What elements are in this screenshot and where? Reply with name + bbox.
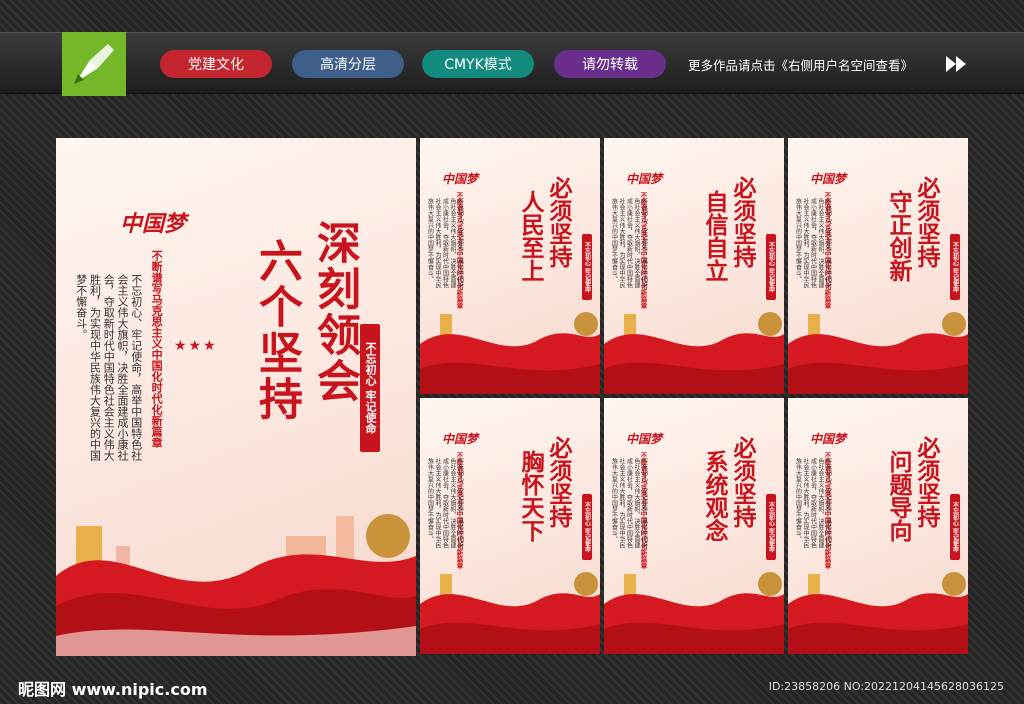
poster-global-vision: 中国梦 不断谱写马克思主义中国化时代化新篇章 不忘初心、牢记使命，高举中国特色社… xyxy=(420,398,600,654)
poster-seal: 不忘初心 牢记使命 xyxy=(950,234,960,300)
poster-body-text: 不忘初心、牢记使命，高举中国特色社会主义伟大旗帜，决胜全面建成小康社会，夺取新时… xyxy=(610,458,648,548)
poster-seal: 不忘初心 牢记使命 xyxy=(950,494,960,560)
china-dream-logo: 中国梦 xyxy=(120,211,187,237)
red-ribbon-wave xyxy=(420,572,600,654)
poster-theme: 人民至上 xyxy=(517,190,544,282)
china-dream-logo: 中国梦 xyxy=(626,432,663,446)
china-dream-logo: 中国梦 xyxy=(442,172,479,186)
china-dream-logo: 中国梦 xyxy=(810,432,847,446)
poster-problem-oriented: 中国梦 不断谱写马克思主义中国化时代化新篇章 不忘初心、牢记使命，高举中国特色社… xyxy=(788,398,968,654)
poster-theme: 守正创新 xyxy=(885,190,912,282)
more-works-link[interactable]: 更多作品请点击《右侧用户名空间查看》 xyxy=(688,55,913,74)
poster-theme: 问题导向 xyxy=(885,450,912,542)
poster-must-adhere: 必须坚持 xyxy=(913,436,940,528)
main-title-line2: 六个坚持 xyxy=(251,238,302,422)
poster-systems-thinking: 中国梦 不断谱写马克思主义中国化时代化新篇章 不忘初心、牢记使命，高举中国特色社… xyxy=(604,398,784,654)
main-subtitle: 不断谱写马克思主义中国化时代化新篇章 xyxy=(150,250,164,448)
poster-must-adhere: 必须坚持 xyxy=(729,436,756,528)
pen-logo-icon xyxy=(62,32,126,96)
china-dream-logo: 中国梦 xyxy=(626,172,663,186)
tag-no-repost[interactable]: 请勿转载 xyxy=(554,50,666,78)
tag-party-culture[interactable]: 党建文化 xyxy=(160,50,272,78)
tag-hd-layers[interactable]: 高清分层 xyxy=(292,50,404,78)
china-dream-logo: 中国梦 xyxy=(442,432,479,446)
red-ribbon-wave xyxy=(56,514,416,656)
main-body-text: 不忘初心、牢记使命，高举中国特色社会主义伟大旗帜，决胜全面建成小康社会，夺取新时… xyxy=(74,274,143,461)
nipic-watermark: 昵图网 www.nipic.com xyxy=(18,680,208,699)
main-title-line1: 深刻领会 xyxy=(309,220,360,404)
red-ribbon-wave xyxy=(604,312,784,394)
poster-body-text: 不忘初心、牢记使命，高举中国特色社会主义伟大旗帜，决胜全面建成小康社会，夺取新时… xyxy=(794,458,832,548)
star-decoration-icon: ★★★ xyxy=(174,338,218,354)
red-ribbon-wave xyxy=(420,312,600,394)
poster-body-text: 不忘初心、牢记使命，高举中国特色社会主义伟大旗帜，决胜全面建成小康社会，夺取新时… xyxy=(610,198,648,288)
poster-integrity-innovation: 中国梦 不断谱写马克思主义中国化时代化新篇章 不忘初心、牢记使命，高举中国特色社… xyxy=(788,138,968,394)
poster-theme: 胸怀天下 xyxy=(517,450,544,542)
poster-must-adhere: 必须坚持 xyxy=(913,176,940,268)
poster-theme: 自信自立 xyxy=(701,190,728,282)
red-ribbon-wave xyxy=(788,312,968,394)
image-id-watermark: ID:23858206 NO:20221204145628036125 xyxy=(768,680,1004,693)
poster-seal: 不忘初心 牢记使命 xyxy=(766,234,776,300)
main-poster: 中国梦 深刻领会 六个坚持 不断谱写马克思主义中国化时代化新篇章 不忘初心、牢记… xyxy=(56,138,416,656)
poster-people-first: 中国梦 不断谱写马克思主义中国化时代化新篇章 不忘初心、牢记使命，高举中国特色社… xyxy=(420,138,600,394)
poster-body-text: 不忘初心、牢记使命，高举中国特色社会主义伟大旗帜，决胜全面建成小康社会，夺取新时… xyxy=(426,198,464,288)
tag-cmyk-mode[interactable]: CMYK模式 xyxy=(422,50,534,78)
poster-seal: 不忘初心 牢记使命 xyxy=(582,234,592,300)
main-seal: 不忘初心 牢记使命 xyxy=(360,324,380,452)
poster-must-adhere: 必须坚持 xyxy=(729,176,756,268)
red-ribbon-wave xyxy=(604,572,784,654)
red-ribbon-wave xyxy=(788,572,968,654)
poster-self-confidence: 中国梦 不断谱写马克思主义中国化时代化新篇章 不忘初心、牢记使命，高举中国特色社… xyxy=(604,138,784,394)
poster-seal: 不忘初心 牢记使命 xyxy=(766,494,776,560)
poster-body-text: 不忘初心、牢记使命，高举中国特色社会主义伟大旗帜，决胜全面建成小康社会，夺取新时… xyxy=(794,198,832,288)
double-arrow-right-icon[interactable] xyxy=(944,54,970,74)
poster-theme: 系统观念 xyxy=(701,450,728,542)
poster-must-adhere: 必须坚持 xyxy=(545,176,572,268)
poster-body-text: 不忘初心、牢记使命，高举中国特色社会主义伟大旗帜，决胜全面建成小康社会，夺取新时… xyxy=(426,458,464,548)
poster-must-adhere: 必须坚持 xyxy=(545,436,572,528)
poster-seal: 不忘初心 牢记使命 xyxy=(582,494,592,560)
china-dream-logo: 中国梦 xyxy=(810,172,847,186)
